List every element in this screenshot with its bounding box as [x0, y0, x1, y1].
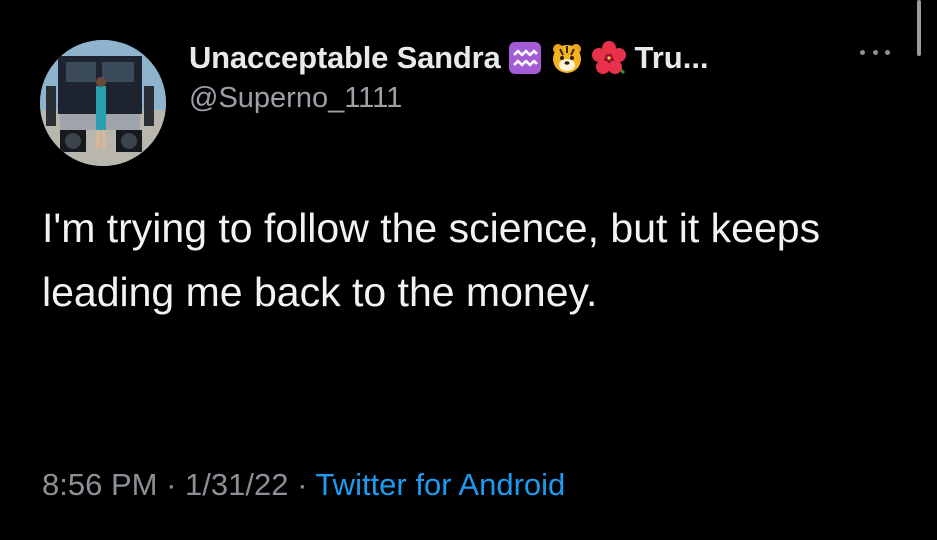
tweet-date[interactable]: 1/31/22 — [185, 467, 288, 502]
more-options-button[interactable] — [860, 44, 890, 60]
tweet-metadata: 8:56 PM · 1/31/22 · Twitter for Android — [42, 467, 565, 503]
scrollbar[interactable] — [917, 0, 921, 56]
tiger-face-icon — [550, 41, 584, 75]
display-name[interactable]: Unacceptable Sandra — [189, 40, 501, 76]
avatar-truck-image — [40, 40, 166, 166]
more-dot-icon — [860, 49, 865, 55]
meta-separator: · — [288, 467, 316, 502]
tweet-source-link[interactable]: Twitter for Android — [315, 467, 565, 502]
tweet-time[interactable]: 8:56 PM — [42, 467, 157, 502]
user-handle[interactable]: @Superno_1111 — [189, 82, 402, 115]
meta-separator: · — [157, 467, 186, 502]
hibiscus-icon — [592, 41, 627, 75]
tweet-card: Unacceptable Sandra Tru... @Superno_1111… — [0, 0, 937, 540]
author-name-row[interactable]: Unacceptable Sandra Tru... — [189, 38, 709, 78]
avatar[interactable] — [40, 40, 166, 166]
aquarius-icon — [508, 41, 542, 75]
more-dot-icon — [872, 49, 878, 55]
tweet-text: I'm trying to follow the science, but it… — [42, 205, 821, 315]
more-dot-icon — [885, 49, 890, 55]
display-name-truncated[interactable]: Tru... — [634, 40, 708, 76]
